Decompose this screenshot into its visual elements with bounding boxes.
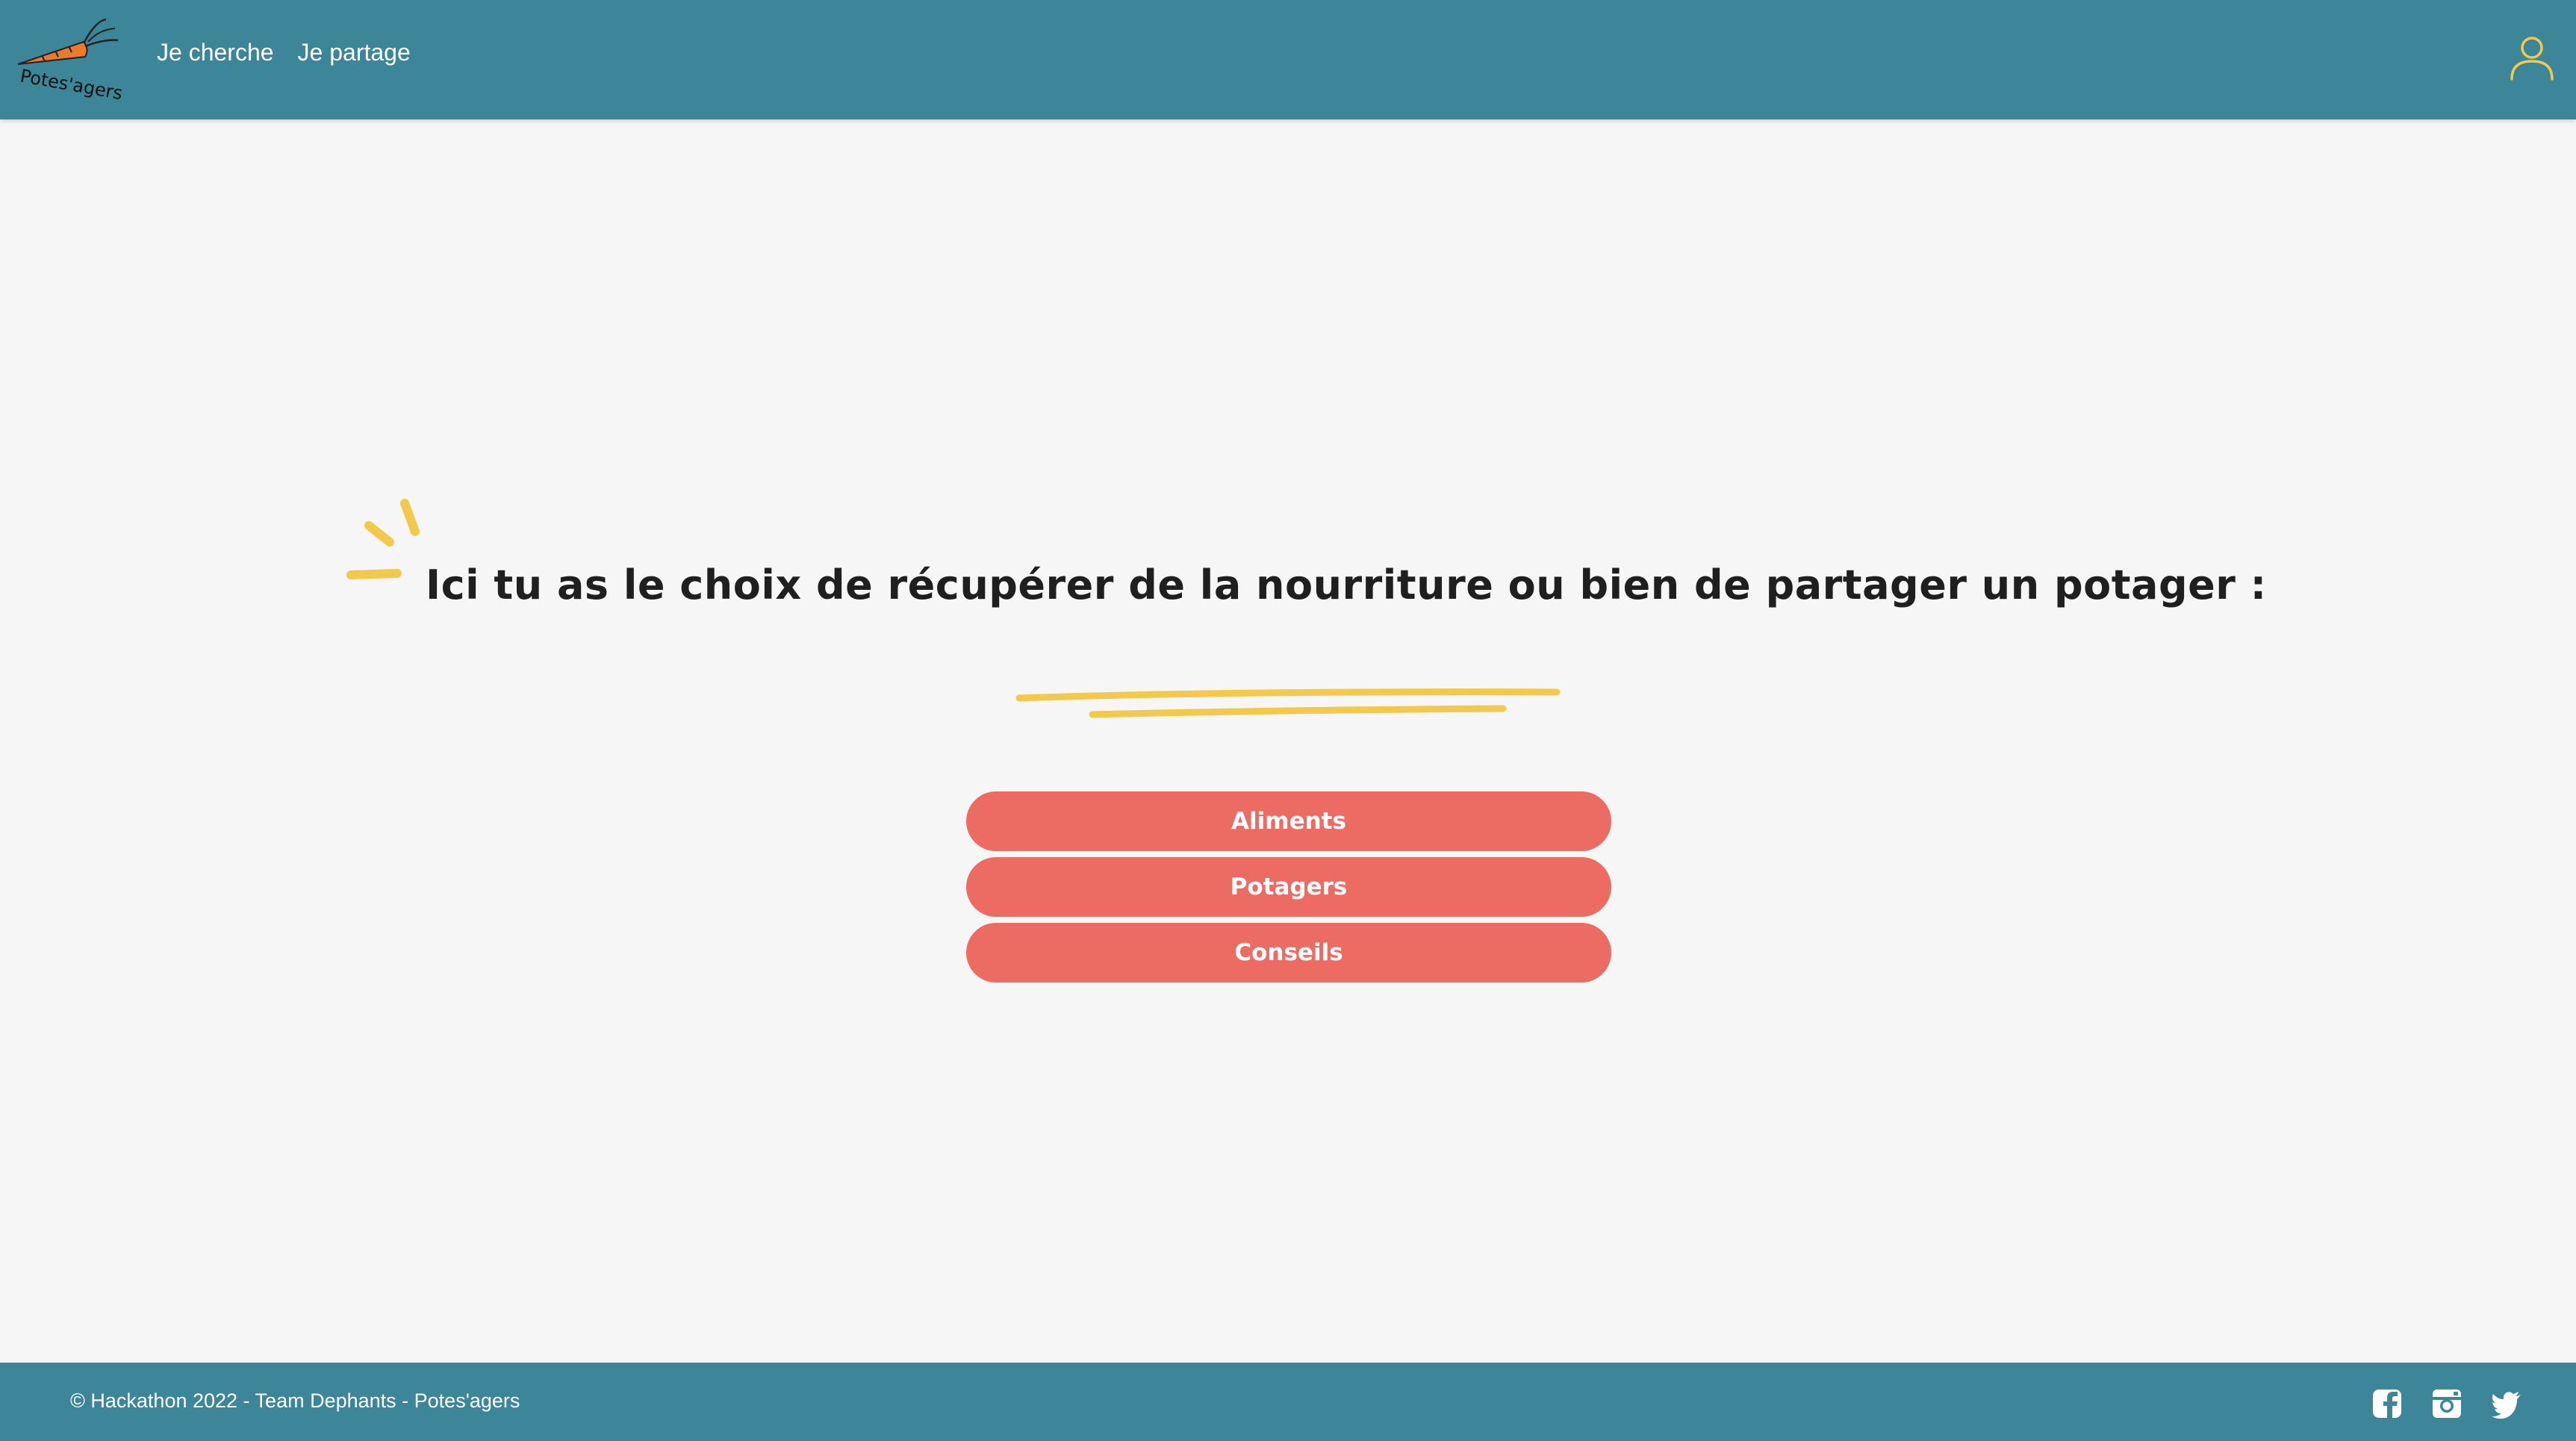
conseils-button[interactable]: Conseils bbox=[966, 923, 1611, 983]
twitter-icon[interactable] bbox=[2491, 1388, 2522, 1419]
main-content bbox=[0, 119, 2576, 1363]
aliments-button[interactable]: Aliments bbox=[966, 791, 1611, 851]
user-account-icon[interactable] bbox=[2507, 33, 2557, 82]
main-nav: Je cherche Je partage bbox=[157, 39, 411, 66]
carrot-logo[interactable]: Potes'agers bbox=[12, 13, 124, 104]
title-underline-decoration bbox=[1015, 688, 1561, 718]
page-title: Ici tu as le choix de récupérer de la no… bbox=[426, 561, 2267, 609]
nav-link-je-partage[interactable]: Je partage bbox=[298, 39, 411, 66]
choice-buttons: Aliments Potagers Conseils bbox=[966, 791, 1611, 983]
copyright-text: © Hackathon 2022 - Team Dephants - Potes… bbox=[70, 1389, 520, 1412]
sparkle-decoration-icon bbox=[346, 499, 420, 579]
instagram-icon[interactable] bbox=[2431, 1388, 2463, 1419]
title-block: Ici tu as le choix de récupérer de la no… bbox=[343, 493, 2266, 609]
potagers-button[interactable]: Potagers bbox=[966, 857, 1611, 917]
svg-text:Potes'agers: Potes'agers bbox=[19, 66, 124, 103]
facebook-icon[interactable] bbox=[2371, 1388, 2403, 1419]
site-header: Potes'agers Je cherche Je partage bbox=[0, 0, 2576, 119]
social-links bbox=[2371, 1388, 2522, 1419]
nav-link-je-cherche[interactable]: Je cherche bbox=[157, 39, 274, 66]
site-footer: © Hackathon 2022 - Team Dephants - Potes… bbox=[0, 1363, 2576, 1441]
